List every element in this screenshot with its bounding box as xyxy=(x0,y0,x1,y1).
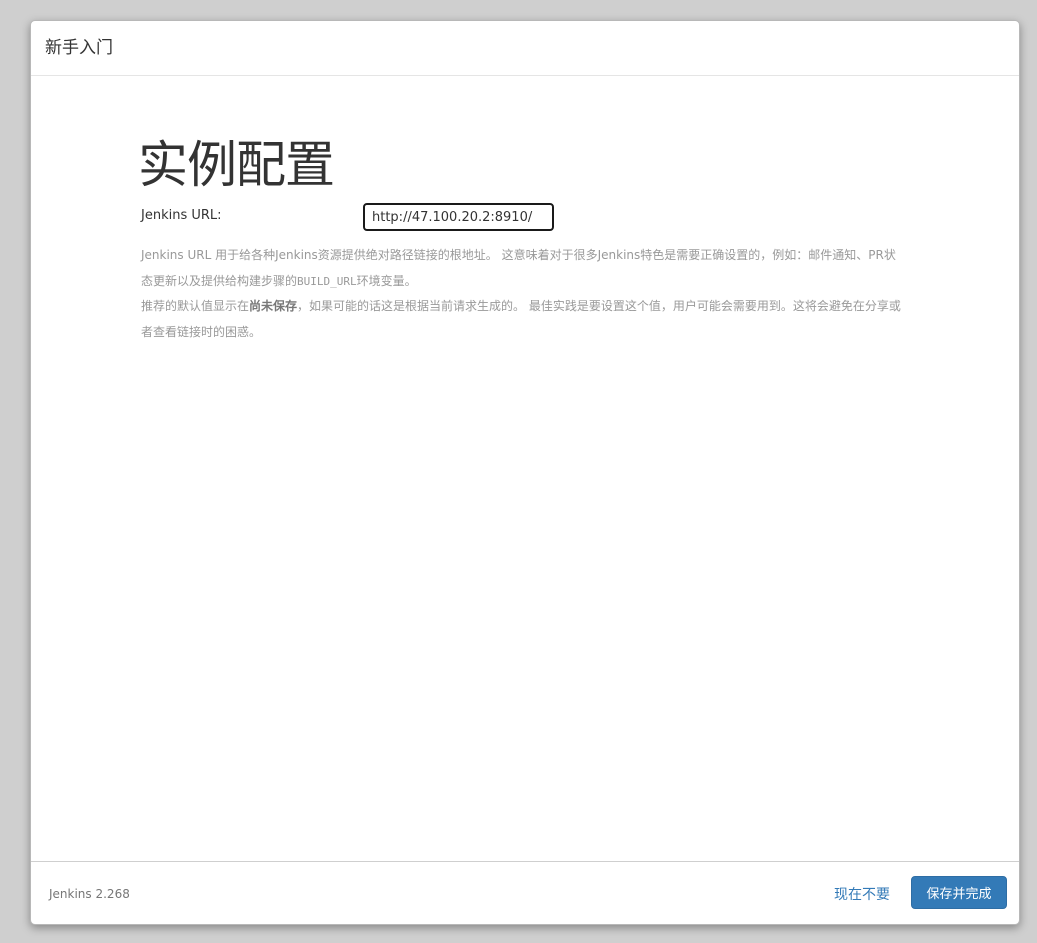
help-text: Jenkins URL 用于给各种Jenkins资源提供绝对路径链接的根地址。 … xyxy=(141,243,906,345)
help-paragraph-1: Jenkins URL 用于给各种Jenkins资源提供绝对路径链接的根地址。 … xyxy=(141,243,906,294)
help-p2-prefix: 推荐的默认值显示在 xyxy=(141,299,250,313)
dialog-header: 新手入门 xyxy=(31,21,1019,76)
jenkins-url-label: Jenkins URL: xyxy=(141,208,222,223)
not-saved-emphasis: 尚未保存 xyxy=(249,299,298,313)
jenkins-url-input[interactable] xyxy=(363,203,554,231)
skip-link[interactable]: 现在不要 xyxy=(834,884,890,904)
help-paragraph-2: 推荐的默认值显示在尚未保存，如果可能的话这是根据当前请求生成的。 最佳实践是要设… xyxy=(141,294,906,345)
page-title: 实例配置 xyxy=(138,136,335,194)
jenkins-version: Jenkins 2.268 xyxy=(49,887,130,901)
build-url-code: BUILD_URL xyxy=(297,274,357,288)
help-p1-suffix: 环境变量。 xyxy=(356,273,417,288)
save-and-finish-button[interactable]: 保存并完成 xyxy=(911,876,1007,909)
help-p1-text: Jenkins URL 用于给各种Jenkins资源提供绝对路径链接的根地址。 … xyxy=(141,248,896,288)
setup-dialog: 新手入门 实例配置 Jenkins URL: Jenkins URL 用于给各种… xyxy=(30,20,1020,925)
dialog-footer: Jenkins 2.268 现在不要 保存并完成 xyxy=(31,861,1019,924)
dialog-title: 新手入门 xyxy=(45,38,113,58)
